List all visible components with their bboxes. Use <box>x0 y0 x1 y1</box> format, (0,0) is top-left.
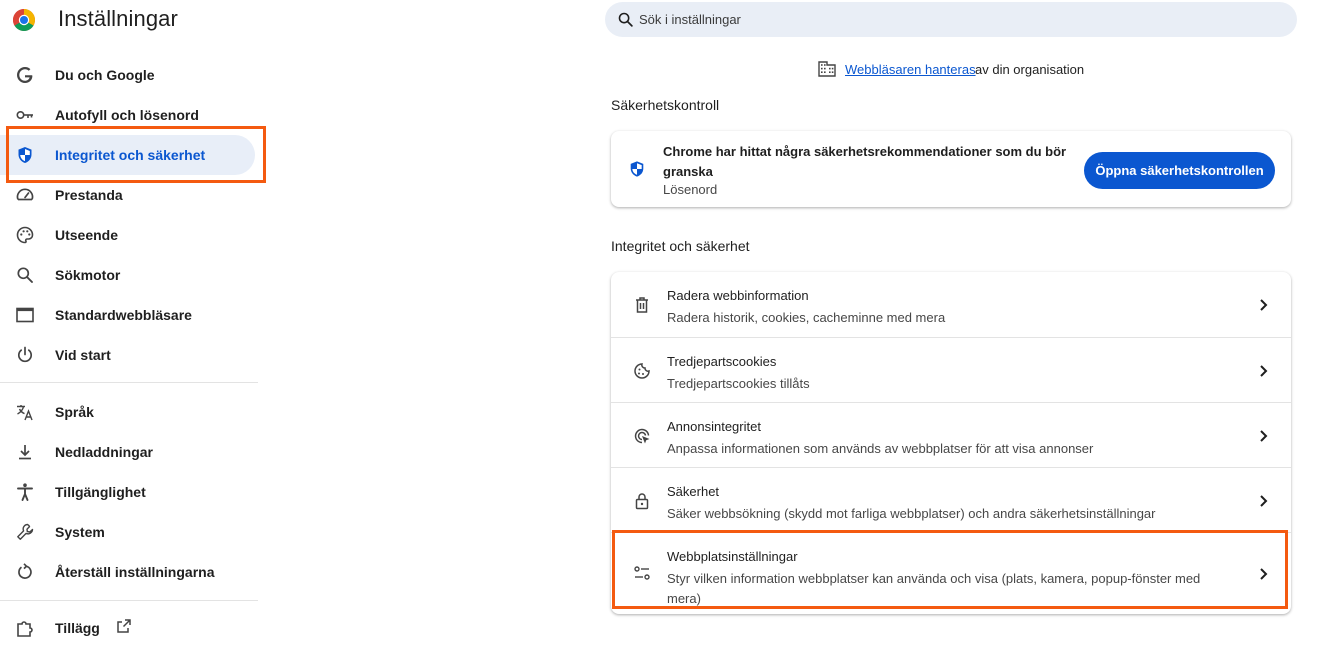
sidebar-item-label: Integritet och säkerhet <box>55 147 206 163</box>
open-in-new-icon <box>117 619 131 633</box>
row-title: Tredjepartscookies <box>667 354 777 369</box>
row-title: Säkerhet <box>667 484 720 499</box>
sidebar-item-integritet[interactable]: Integritet och säkerhet <box>0 135 255 175</box>
reset-icon <box>18 563 32 579</box>
sidebar-item-label: Utseende <box>55 227 119 243</box>
google-g-icon <box>17 67 33 83</box>
safety-check-sub: Lösenord <box>663 182 718 197</box>
sidebar-item-label: Tillgänglighet <box>55 484 146 500</box>
row-subtitle: Anpassa informationen som används av web… <box>667 441 1094 456</box>
section-title-safety-check: Säkerhetskontroll <box>611 97 720 113</box>
download-icon <box>19 445 31 460</box>
sidebar-item-nedladdningar[interactable]: Nedladdningar <box>0 432 255 472</box>
power-icon <box>17 346 33 363</box>
sidebar-item-prestanda[interactable]: Prestanda <box>0 175 255 215</box>
sidebar-item-label: Nedladdningar <box>55 444 154 460</box>
search-input[interactable] <box>639 2 1279 37</box>
translate-icon <box>17 405 33 421</box>
sidebar-item-standardwebblasare[interactable]: Standardwebbläsare <box>0 295 255 335</box>
row-subtitle: Tredjepartscookies tillåts <box>667 376 810 391</box>
row-ad-privacy[interactable]: Annonsintegritet Anpassa informationen s… <box>611 402 1291 467</box>
page-title: Inställningar <box>58 6 178 31</box>
sidebar-item-aterstall[interactable]: Återställ inställningarna <box>0 552 255 592</box>
sidebar-item-label: System <box>55 524 105 540</box>
chevron-right-icon <box>1260 365 1268 377</box>
managed-link[interactable]: Webbläsaren hanteras <box>845 62 976 77</box>
sidebar-item-label: Autofyll och lösenord <box>55 107 199 123</box>
sidebar-item-label: Återställ inställningarna <box>55 564 215 580</box>
sidebar-item-utseende[interactable]: Utseende <box>0 215 255 255</box>
sidebar-item-vid-start[interactable]: Vid start <box>0 335 255 375</box>
key-icon <box>16 111 33 120</box>
sidebar-item-label: Språk <box>55 404 94 420</box>
building-icon <box>818 61 836 77</box>
trash-icon <box>636 297 648 313</box>
cookie-icon <box>634 363 650 379</box>
row-title: Annonsintegritet <box>667 419 761 434</box>
row-clear-browsing-data[interactable]: Radera webbinformation Radera historik, … <box>611 272 1291 337</box>
sidebar-item-label: Standardwebbläsare <box>55 307 192 323</box>
safety-check-message: Chrome har hittat några säkerhetsrekomme… <box>663 144 1067 179</box>
row-third-party-cookies[interactable]: Tredjepartscookies Tredjepartscookies ti… <box>611 337 1291 402</box>
sidebar-item-autofyll[interactable]: Autofyll och lösenord <box>0 95 255 135</box>
row-title: Webbplatsinställningar <box>667 549 798 564</box>
sidebar-item-tillganglighet[interactable]: Tillgänglighet <box>0 472 255 512</box>
sidebar-item-label: Tillägg <box>55 620 100 636</box>
sidebar-item-sokmotor[interactable]: Sökmotor <box>0 255 255 295</box>
sidebar-item-label: Prestanda <box>55 187 123 203</box>
row-subtitle: Styr vilken information webbplatser kan … <box>667 571 1201 606</box>
safety-check-card: Chrome har hittat några säkerhetsrekomme… <box>611 131 1291 207</box>
section-title-privacy: Integritet och säkerhet <box>611 238 750 254</box>
sidebar-item-label: Du och Google <box>55 67 155 83</box>
row-title: Radera webbinformation <box>667 288 809 303</box>
ad-privacy-icon <box>634 428 650 444</box>
sidebar-divider <box>0 600 258 601</box>
search-icon <box>618 12 633 27</box>
chevron-right-icon <box>1260 430 1268 442</box>
sidebar-item-sprak[interactable]: Språk <box>0 392 255 432</box>
sidebar-item-du-och-google[interactable]: Du och Google <box>0 55 255 95</box>
search-icon <box>17 267 33 283</box>
privacy-card: Radera webbinformation Radera historik, … <box>611 272 1291 614</box>
shield-icon <box>630 161 644 177</box>
sidebar-item-system[interactable]: System <box>0 512 255 552</box>
chrome-logo <box>13 9 35 31</box>
chevron-right-icon <box>1260 495 1268 507</box>
shield-icon <box>18 147 32 163</box>
speedometer-icon <box>16 188 34 201</box>
row-subtitle: Säker webbsökning (skydd mot farliga web… <box>667 506 1156 521</box>
chevron-right-icon <box>1260 299 1268 311</box>
sliders-icon <box>634 566 650 580</box>
sidebar-divider <box>0 382 258 383</box>
row-subtitle: Radera historik, cookies, cacheminne med… <box>667 310 946 325</box>
sidebar-item-label: Vid start <box>55 347 111 363</box>
chevron-right-icon <box>1260 568 1268 580</box>
managed-text: av din organisation <box>975 62 1085 77</box>
accessibility-icon <box>17 483 33 501</box>
lock-icon <box>635 493 649 510</box>
row-site-settings[interactable]: Webbplatsinställningar Styr vilken infor… <box>611 532 1291 614</box>
sidebar-item-label: Sökmotor <box>55 267 121 283</box>
open-safety-check-button[interactable]: Öppna säkerhetskontrollen <box>1084 152 1275 189</box>
settings-search[interactable] <box>605 2 1297 37</box>
browser-window-icon <box>16 307 34 323</box>
wrench-icon <box>17 523 34 540</box>
palette-icon <box>16 226 34 244</box>
row-security[interactable]: Säkerhet Säker webbsökning (skydd mot fa… <box>611 467 1291 532</box>
puzzle-icon <box>17 621 33 637</box>
